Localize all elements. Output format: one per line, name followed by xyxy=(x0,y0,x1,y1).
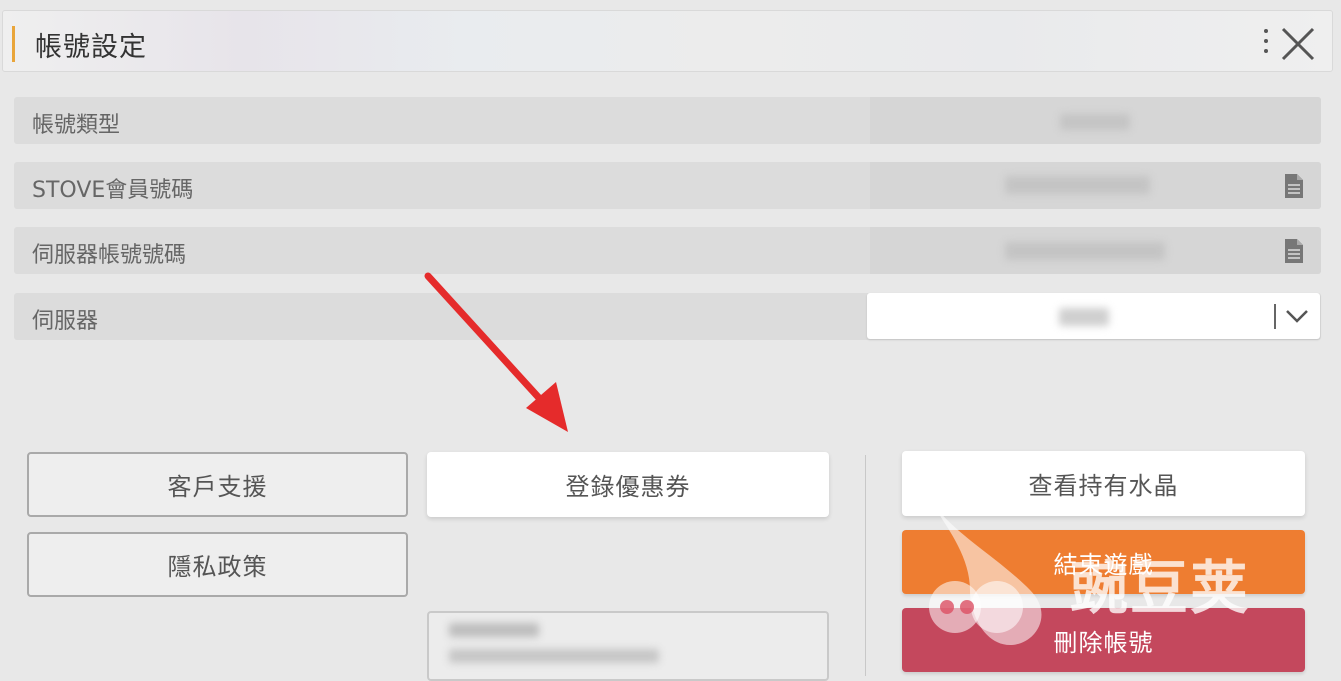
notice-box xyxy=(427,611,829,681)
view-crystals-button[interactable]: 查看持有水晶 xyxy=(902,451,1305,516)
delete-account-button[interactable]: 刪除帳號 xyxy=(902,608,1305,672)
header-accent-bar xyxy=(12,26,15,62)
row-label: 伺服器帳號號碼 xyxy=(32,243,187,268)
end-game-button[interactable]: 結束遊戲 xyxy=(902,530,1305,594)
account-type-value xyxy=(870,97,1321,144)
customer-support-button[interactable]: 客戶支援 xyxy=(27,452,408,517)
select-divider xyxy=(1274,304,1276,329)
privacy-policy-button[interactable]: 隱私政策 xyxy=(27,532,408,597)
close-icon[interactable] xyxy=(1278,24,1318,64)
stove-member-number-row: STOVE會員號碼 xyxy=(14,162,1321,209)
copy-document-icon[interactable] xyxy=(1283,238,1305,264)
copy-document-icon[interactable] xyxy=(1283,173,1305,199)
register-coupon-button[interactable]: 登錄優惠券 xyxy=(427,452,829,517)
server-select[interactable] xyxy=(867,293,1320,339)
column-divider xyxy=(865,455,866,676)
row-label: STOVE會員號碼 xyxy=(32,178,194,203)
server-account-number-value xyxy=(870,227,1321,274)
chevron-down-icon[interactable] xyxy=(1284,305,1310,327)
row-label: 伺服器 xyxy=(32,309,99,334)
kebab-icon[interactable] xyxy=(1262,27,1270,57)
red-arrow-icon xyxy=(424,272,568,432)
dialog-header: 帳號設定 xyxy=(2,10,1333,72)
account-type-row: 帳號類型 xyxy=(14,97,1321,144)
stove-member-number-value xyxy=(870,162,1321,209)
server-account-number-row: 伺服器帳號號碼 xyxy=(14,227,1321,274)
row-label: 帳號類型 xyxy=(32,113,121,138)
page-title: 帳號設定 xyxy=(35,32,147,63)
